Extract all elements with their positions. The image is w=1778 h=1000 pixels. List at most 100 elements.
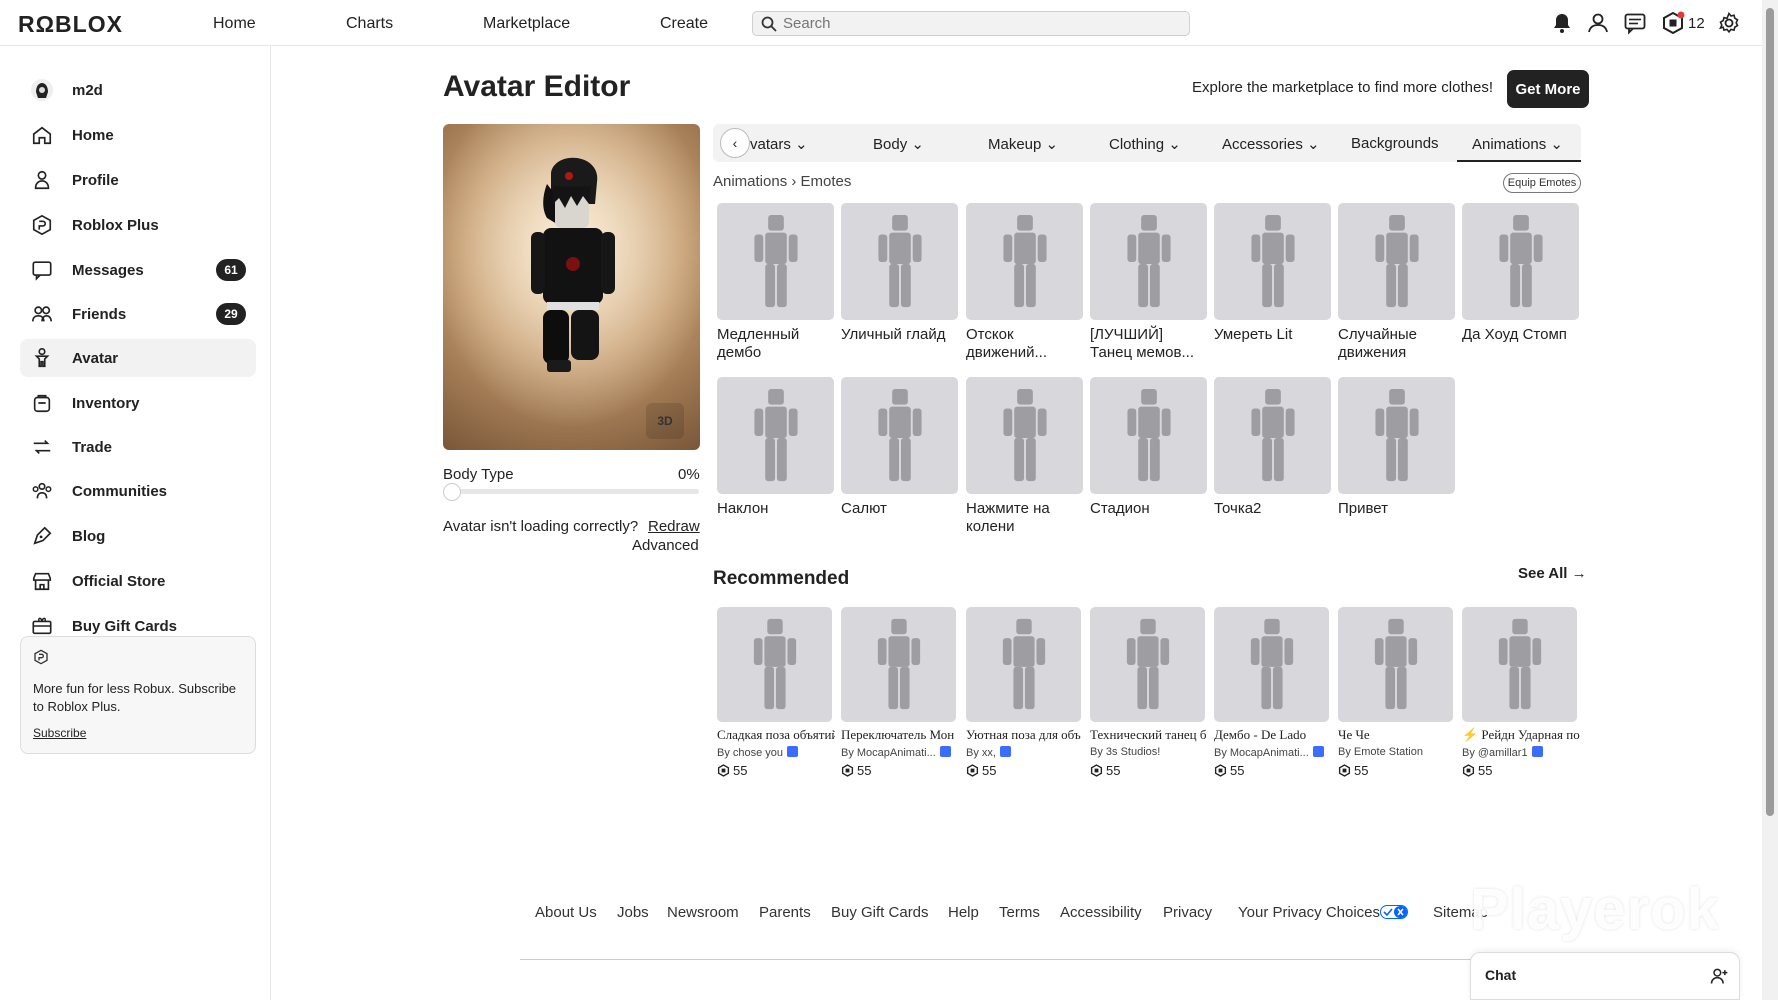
recommended-item-thumbnail[interactable]: [1214, 607, 1329, 722]
tab-avatars[interactable]: vatars ⌄: [750, 135, 808, 153]
search-bar[interactable]: [752, 11, 1190, 36]
avatar-preview[interactable]: [443, 124, 700, 450]
recommended-item-name[interactable]: Технический танец б: [1090, 727, 1208, 743]
advanced-link[interactable]: Advanced: [632, 537, 699, 554]
recommended-item-creator[interactable]: By 3s Studios!: [1090, 746, 1208, 758]
recommended-item-thumbnail[interactable]: [1462, 607, 1577, 722]
recommended-item-thumbnail[interactable]: [717, 607, 832, 722]
equip-emotes-button[interactable]: Equip Emotes: [1503, 173, 1581, 193]
footer-newsroom[interactable]: Newsroom: [667, 904, 739, 921]
sidebar-item-trade[interactable]: Trade: [20, 428, 256, 466]
emote-tile[interactable]: [1462, 203, 1579, 320]
sidebar-item-roblox-plus[interactable]: Roblox Plus: [20, 206, 256, 244]
emote-tile[interactable]: [1338, 203, 1455, 320]
recommended-item-creator[interactable]: By MocapAnimati...: [841, 746, 959, 759]
settings-gear-icon[interactable]: [1717, 11, 1741, 35]
emote-tile[interactable]: [1214, 203, 1331, 320]
recommended-item-creator[interactable]: By Emote Station: [1338, 746, 1456, 758]
redraw-link[interactable]: Redraw: [648, 518, 700, 535]
toggle-3d-button[interactable]: 3D: [646, 403, 684, 439]
tab-makeup[interactable]: Makeup ⌄: [988, 135, 1058, 153]
recommended-item-name[interactable]: Уютная поза для объ: [966, 727, 1084, 743]
footer-privacy-choices[interactable]: Your Privacy Choices: [1238, 904, 1409, 921]
emote-tile[interactable]: [717, 203, 834, 320]
sidebar-item-messages[interactable]: Messages 61: [20, 251, 256, 289]
watermark-logo: Playerok: [1470, 877, 1720, 942]
recommended-item-name[interactable]: ⚡ Рейдн Ударная по: [1462, 727, 1580, 743]
emote-label: Уличный глайд: [841, 326, 946, 343]
body-type-slider-thumb[interactable]: [443, 483, 461, 501]
emote-figure-icon: [1126, 214, 1171, 307]
footer-privacy[interactable]: Privacy: [1163, 904, 1212, 921]
footer-buy-gift-cards[interactable]: Buy Gift Cards: [831, 904, 929, 921]
nav-home[interactable]: Home: [213, 15, 256, 33]
tab-animations[interactable]: Animations ⌄: [1472, 135, 1563, 153]
emote-figure-icon: [1250, 618, 1293, 709]
friends-icon[interactable]: [1586, 11, 1610, 35]
recommended-item-name[interactable]: Че Че: [1338, 727, 1456, 743]
emote-tile[interactable]: [1214, 377, 1331, 494]
emote-tile[interactable]: [841, 377, 958, 494]
footer-terms[interactable]: Terms: [999, 904, 1040, 921]
tab-accessories[interactable]: Accessories ⌄: [1222, 135, 1320, 153]
scrollbar-thumb[interactable]: [1766, 8, 1774, 816]
privacy-choices-toggle-icon: [1380, 905, 1409, 919]
emote-tile[interactable]: [717, 377, 834, 494]
footer-about-us[interactable]: About Us: [535, 904, 597, 921]
roblox-logo[interactable]: RΩBLOX: [18, 11, 123, 38]
sidebar-item-blog[interactable]: Blog: [20, 517, 256, 555]
recommended-item-thumbnail[interactable]: [1090, 607, 1205, 722]
robux-icon[interactable]: [1661, 11, 1685, 35]
recommended-item-thumbnail[interactable]: [966, 607, 1081, 722]
nav-marketplace[interactable]: Marketplace: [483, 15, 570, 33]
robux-count[interactable]: 12: [1688, 15, 1705, 32]
tab-label: vatars: [750, 136, 791, 153]
footer-jobs[interactable]: Jobs: [617, 904, 649, 921]
emote-tile[interactable]: [1090, 377, 1207, 494]
sidebar-item-home[interactable]: Home: [20, 116, 256, 154]
price-value: 55: [1106, 763, 1121, 778]
recommended-item-creator[interactable]: By MocapAnimati...: [1214, 746, 1332, 759]
recommended-item-creator[interactable]: By @amillar1: [1462, 746, 1580, 759]
sidebar-item-profile[interactable]: Profile: [20, 161, 256, 199]
subscribe-link[interactable]: Subscribe: [33, 726, 243, 740]
sidebar-user[interactable]: m2d: [20, 71, 256, 109]
emote-tile[interactable]: [841, 203, 958, 320]
chat-widget[interactable]: Chat: [1470, 952, 1740, 1000]
price-value: 55: [733, 763, 748, 778]
tab-backgrounds[interactable]: Backgrounds: [1351, 135, 1439, 152]
body-type-slider[interactable]: [443, 489, 699, 494]
nav-create[interactable]: Create: [660, 15, 708, 33]
tab-clothing[interactable]: Clothing ⌄: [1109, 135, 1181, 153]
nav-charts[interactable]: Charts: [346, 15, 393, 33]
sidebar-item-official-store[interactable]: Official Store: [20, 562, 256, 600]
tab-body[interactable]: Body ⌄: [873, 135, 924, 153]
breadcrumb-animations[interactable]: Animations: [713, 173, 787, 190]
recommended-item-thumbnail[interactable]: [841, 607, 956, 722]
footer-parents[interactable]: Parents: [759, 904, 811, 921]
recommended-item-name[interactable]: Переключатель Мон: [841, 727, 959, 743]
footer-accessibility[interactable]: Accessibility: [1060, 904, 1142, 921]
recommended-item-name[interactable]: Сладкая поза объятий: [717, 727, 835, 743]
sidebar-item-friends[interactable]: Friends 29: [20, 295, 256, 333]
notification-bell-icon[interactable]: [1550, 11, 1574, 35]
sidebar-item-inventory[interactable]: Inventory: [20, 384, 256, 422]
emote-tile[interactable]: [1090, 203, 1207, 320]
recommended-item-creator[interactable]: By xx,: [966, 746, 1084, 759]
emote-tile[interactable]: [1338, 377, 1455, 494]
tabs-prev-button[interactable]: ‹: [720, 128, 750, 158]
emote-tile[interactable]: [966, 203, 1083, 320]
page-scrollbar[interactable]: [1762, 0, 1778, 1000]
messages-icon[interactable]: [1623, 11, 1647, 35]
footer-help[interactable]: Help: [948, 904, 979, 921]
sidebar-item-communities[interactable]: Communities: [20, 472, 256, 510]
emote-tile[interactable]: [966, 377, 1083, 494]
recommended-item-creator[interactable]: By chose you: [717, 746, 835, 759]
see-all-link[interactable]: See All →: [1518, 565, 1587, 582]
recommended-item-thumbnail[interactable]: [1338, 607, 1453, 722]
add-friend-icon[interactable]: [1709, 966, 1729, 986]
search-input[interactable]: [783, 15, 1183, 32]
recommended-item-name[interactable]: Дембо - De Lado: [1214, 727, 1332, 743]
sidebar-item-avatar[interactable]: Avatar: [20, 339, 256, 377]
get-more-button[interactable]: Get More: [1507, 70, 1589, 108]
